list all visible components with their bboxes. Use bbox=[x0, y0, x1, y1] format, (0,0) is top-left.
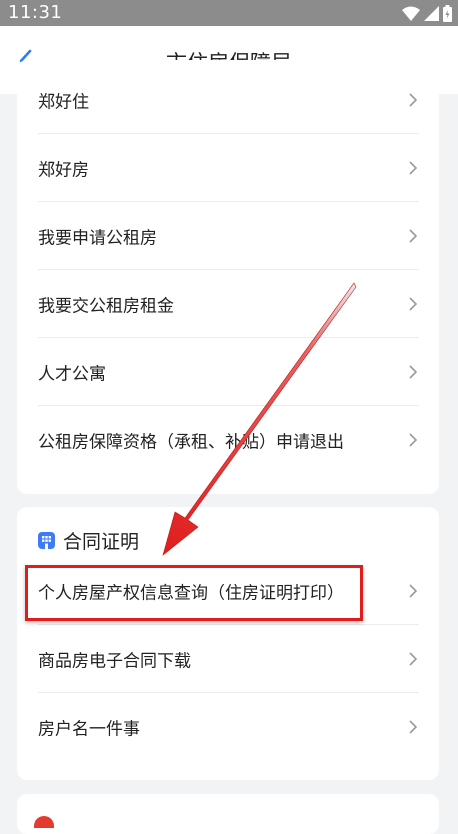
battery-icon bbox=[443, 4, 452, 22]
list-item-label: 我要申请公租房 bbox=[38, 228, 157, 249]
status-time: 11:31 bbox=[8, 2, 63, 23]
next-section-card bbox=[17, 794, 439, 834]
list-item-label: 房户名一件事 bbox=[38, 719, 140, 740]
list-item-label: 郑好房 bbox=[38, 160, 89, 181]
list-item-zhenghaozhu[interactable]: 郑好住 bbox=[38, 66, 419, 134]
list-item-label: 郑好住 bbox=[38, 92, 89, 113]
wifi-icon bbox=[402, 6, 420, 21]
list-item-household-name[interactable]: 房户名一件事 bbox=[38, 693, 419, 761]
chevron-right-icon bbox=[409, 433, 418, 447]
list-item-talent-apartment[interactable]: 人才公寓 bbox=[38, 338, 419, 406]
section-icon-partial bbox=[34, 816, 54, 828]
services-card: 郑好住 郑好房 我要申请公租房 我要交公租房租金 人才公寓 公租房保障资格（承租… bbox=[17, 60, 439, 494]
list-item-apply-public-rental[interactable]: 我要申请公租房 bbox=[38, 202, 419, 270]
list-item-contract-download[interactable]: 商品房电子合同下载 bbox=[38, 625, 419, 693]
signal-icon bbox=[424, 5, 439, 21]
chevron-right-icon bbox=[409, 720, 418, 734]
chevron-right-icon bbox=[409, 365, 418, 379]
chevron-right-icon bbox=[409, 652, 418, 666]
section-title: 合同证明 bbox=[63, 530, 140, 553]
section-header: 合同证明 bbox=[38, 525, 139, 555]
highlight-box bbox=[25, 565, 363, 621]
list-item-label: 我要交公租房租金 bbox=[38, 296, 174, 317]
chevron-right-icon bbox=[409, 161, 418, 175]
contract-certificate-card: 合同证明 个人房屋产权信息查询（住房证明打印） 商品房电子合同下载 房户名一件事 bbox=[17, 507, 439, 780]
list-item-label: 人才公寓 bbox=[38, 364, 106, 385]
chevron-right-icon bbox=[409, 229, 418, 243]
list-item-label: 商品房电子合同下载 bbox=[38, 651, 191, 672]
list-item-label: 公租房保障资格（承租、补贴）申请退出 bbox=[38, 432, 344, 453]
chevron-right-icon bbox=[409, 584, 418, 598]
chevron-right-icon bbox=[409, 93, 418, 107]
list-item-zhenghaofang[interactable]: 郑好房 bbox=[38, 134, 419, 202]
status-bar: 11:31 bbox=[0, 0, 458, 26]
status-icons bbox=[402, 4, 452, 22]
list-item-pay-rent[interactable]: 我要交公租房租金 bbox=[38, 270, 419, 338]
list-item-qualification-exit[interactable]: 公租房保障资格（承租、补贴）申请退出 bbox=[38, 406, 419, 474]
chevron-right-icon bbox=[409, 297, 418, 311]
building-icon bbox=[38, 531, 55, 549]
